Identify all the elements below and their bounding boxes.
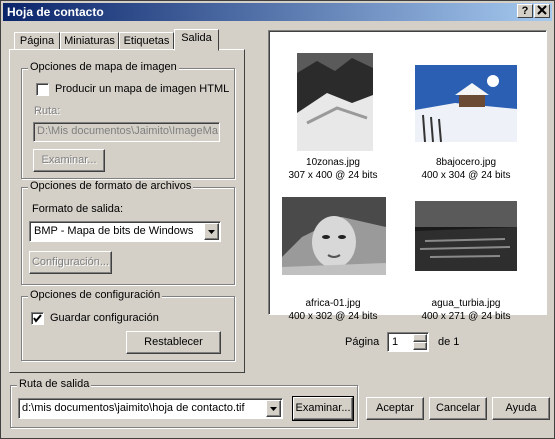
check-icon: [33, 314, 42, 323]
save-settings-label: Guardar configuración: [50, 312, 159, 324]
output-format-select[interactable]: BMP - Mapa de bits de Windows: [29, 221, 221, 242]
page-spinner[interactable]: 1: [387, 332, 429, 352]
preview-pane: 10zonas.jpg 307 x 400 @ 24 bits 8bajocer…: [268, 30, 547, 322]
page-label: Página: [345, 336, 380, 348]
output-group-title: Ruta de salida: [17, 378, 92, 390]
thumbnail-10zonas[interactable]: [297, 53, 373, 151]
title-bar: Hoja de contacto: [3, 3, 552, 21]
thumb-info: 400 x 302 @ 24 bits: [288, 311, 378, 322]
window-title: Hoja de contacto: [7, 5, 104, 19]
contact-sheet-dialog: Hoja de contacto ? Página Miniaturas Eti…: [0, 0, 555, 439]
imagemap-checkbox-label: Producir un mapa de imagen HTML: [55, 83, 230, 95]
page-value: 1: [392, 336, 399, 348]
tab-label: Salida: [181, 32, 212, 44]
thumb-name: africa-01.jpg: [305, 298, 361, 309]
imagemap-checkbox[interactable]: [36, 83, 49, 96]
tab-miniaturas[interactable]: Miniaturas: [60, 32, 119, 50]
imagemap-browse-button[interactable]: Examinar...: [33, 149, 105, 172]
output-format-label: Formato de salida:: [32, 203, 124, 215]
tab-label: Miniaturas: [64, 35, 115, 47]
help-button[interactable]: Ayuda: [492, 397, 550, 420]
tab-label: Página: [19, 35, 55, 47]
spin-down-icon[interactable]: [413, 342, 427, 350]
route-label: Ruta:: [34, 105, 61, 117]
imagemap-group-title: Opciones de mapa de imagen: [28, 61, 179, 73]
thumb-name: agua_turbia.jpg: [431, 298, 501, 309]
output-path-value: d:\mis documentos\jaimito\hoja de contac…: [22, 402, 245, 414]
close-icon: [537, 5, 547, 15]
accept-button[interactable]: Aceptar: [366, 397, 424, 420]
thumb-name: 8bajocero.jpg: [435, 157, 497, 168]
tab-etiquetas[interactable]: Etiquetas: [119, 32, 174, 50]
close-title-button[interactable]: [534, 4, 550, 18]
tab-label: Etiquetas: [123, 35, 170, 47]
chevron-down-icon[interactable]: [204, 223, 219, 240]
thumb-caption: africa-01.jpg 400 x 302 @ 24 bits: [268, 297, 398, 323]
format-group-title: Opciones de formato de archivos: [28, 180, 194, 192]
thumbnail-africa[interactable]: [282, 197, 386, 275]
thumb-caption: 10zonas.jpg 307 x 400 @ 24 bits: [268, 156, 398, 182]
route-field[interactable]: D:\Mis documentos\Jaimito\ImageMa: [33, 122, 220, 142]
settings-group-title: Opciones de configuración: [28, 289, 163, 301]
page-of-label: de 1: [438, 336, 460, 348]
help-title-button[interactable]: ?: [517, 4, 533, 18]
output-format-value: BMP - Mapa de bits de Windows: [34, 225, 194, 237]
output-path-combo[interactable]: d:\mis documentos\jaimito\hoja de contac…: [18, 398, 283, 419]
chevron-down-icon[interactable]: [266, 400, 281, 417]
cancel-button[interactable]: Cancelar: [429, 397, 487, 420]
thumb-info: 307 x 400 @ 24 bits: [288, 170, 378, 181]
config-button[interactable]: Configuración...: [29, 251, 112, 274]
thumb-caption: 8bajocero.jpg 400 x 304 @ 24 bits: [401, 156, 531, 182]
tab-pagina[interactable]: Página: [14, 32, 60, 50]
thumb-name: 10zonas.jpg: [306, 157, 360, 168]
save-settings-checkbox[interactable]: [31, 312, 44, 325]
thumbnail-agua-turbia[interactable]: [415, 201, 517, 271]
thumb-info: 400 x 304 @ 24 bits: [421, 170, 511, 181]
reset-button[interactable]: Restablecer: [126, 331, 221, 354]
tab-salida[interactable]: Salida: [174, 29, 219, 51]
thumbnail-8bajocero[interactable]: [415, 65, 517, 142]
spin-up-icon[interactable]: [413, 334, 427, 342]
thumb-info: 400 x 271 @ 24 bits: [421, 311, 511, 322]
thumb-caption: agua_turbia.jpg 400 x 271 @ 24 bits: [401, 297, 531, 323]
output-browse-button[interactable]: Examinar...: [292, 396, 354, 421]
